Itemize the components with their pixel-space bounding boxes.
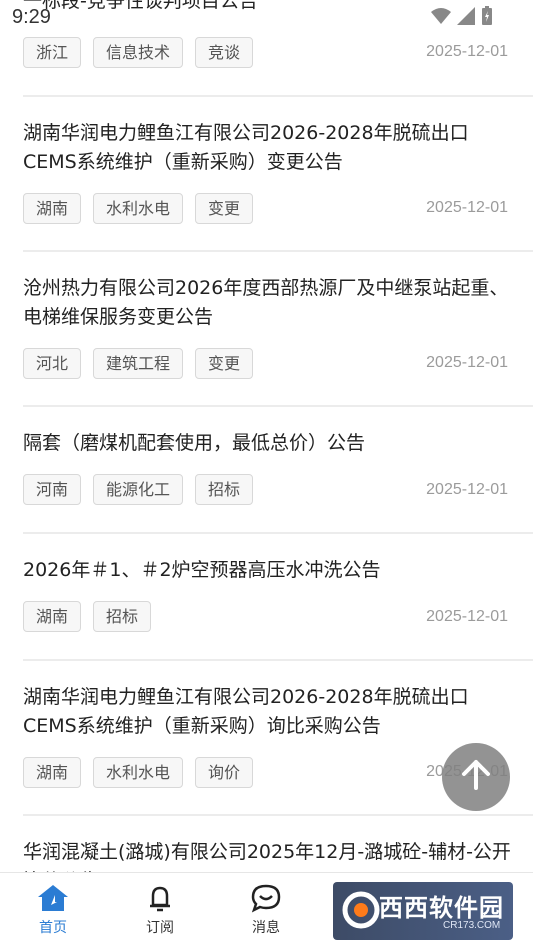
tag-region: 湖南: [23, 193, 82, 224]
tag-region: 湖南: [23, 757, 82, 788]
item-title: 沧州热力有限公司2026年度西部热源厂及中继泵站起重、电梯维保服务变更公告: [23, 277, 509, 328]
item-date: 2025-12-01: [426, 43, 508, 60]
announcement-list[interactable]: 一标段-竞争性谈判项目公告 浙江 信息技术 竞谈 2025-12-01 湖南华润…: [0, 0, 533, 872]
status-icons: [431, 6, 493, 26]
chat-icon: [221, 883, 311, 913]
tab-label: 首页: [39, 920, 67, 936]
item-tags: 湖南 水利水电 变更: [23, 193, 254, 224]
item-title: 隔套（磨煤机配套使用，最低总价）公告: [23, 432, 366, 454]
item-title: 华润混凝土(潞城)有限公司2025年12月-潞城砼-辅材-公开比价公告: [23, 841, 511, 872]
item-tags: 浙江 信息技术 竞谈: [23, 37, 254, 68]
tab-label: 消息: [252, 920, 280, 936]
status-time: 9:29: [12, 6, 51, 28]
item-date: 2025-12-01: [426, 199, 508, 216]
list-item[interactable]: 隔套（磨煤机配套使用，最低总价）公告 河南 能源化工 招标 2025-12-01: [23, 407, 533, 534]
tab-messages[interactable]: 消息: [221, 883, 311, 937]
watermark-logo-icon: [341, 890, 381, 930]
item-tags: 河北 建筑工程 变更: [23, 348, 254, 379]
watermark-badge: 西西软件园 CR173.COM: [333, 882, 513, 940]
watermark-brand: 西西软件园: [379, 894, 504, 922]
battery-icon: [481, 6, 493, 26]
item-tags: 湖南 水利水电 询价: [23, 757, 254, 788]
item-tags: 河南 能源化工 招标: [23, 474, 254, 505]
tag-industry: 建筑工程: [93, 348, 184, 379]
item-title: 湖南华润电力鲤鱼江有限公司2026-2028年脱硫出口CEMS系统维护（重新采购…: [23, 122, 469, 173]
list-item[interactable]: 湖南华润电力鲤鱼江有限公司2026-2028年脱硫出口CEMS系统维护（重新采购…: [23, 97, 533, 252]
tag-region: 河南: [23, 474, 82, 505]
tag-region: 河北: [23, 348, 82, 379]
arrow-up-icon: [459, 758, 493, 796]
tag-type: 询价: [195, 757, 254, 788]
list-item[interactable]: 华润混凝土(潞城)有限公司2025年12月-潞城砼-辅材-公开比价公告: [23, 816, 533, 872]
tag-type: 竞谈: [195, 37, 254, 68]
item-date: 2025-12-01: [426, 481, 508, 498]
wifi-icon: [431, 7, 451, 25]
status-bar: 9:29: [0, 0, 533, 34]
tag-type: 变更: [195, 193, 254, 224]
item-title: 2026年＃1、＃2炉空预器高压水冲洗公告: [23, 559, 381, 581]
tag-region: 湖南: [23, 601, 82, 632]
list-item[interactable]: 沧州热力有限公司2026年度西部热源厂及中继泵站起重、电梯维保服务变更公告 河北…: [23, 252, 533, 407]
tab-home[interactable]: 首页: [8, 883, 98, 937]
tab-label: 订阅: [146, 920, 174, 936]
tag-type: 招标: [93, 601, 152, 632]
home-icon: [8, 883, 98, 913]
bell-icon: [115, 883, 205, 913]
item-date: 2025-12-01: [426, 354, 508, 371]
signal-icon: [457, 7, 475, 25]
item-date: 2025-12-01: [426, 608, 508, 625]
tag-region: 浙江: [23, 37, 82, 68]
back-to-top-button[interactable]: [442, 743, 510, 811]
item-tags: 湖南 招标: [23, 601, 152, 632]
tag-type: 变更: [195, 348, 254, 379]
tag-type: 招标: [195, 474, 254, 505]
tag-industry: 信息技术: [93, 37, 184, 68]
list-item[interactable]: 2026年＃1、＃2炉空预器高压水冲洗公告 湖南 招标 2025-12-01: [23, 534, 533, 661]
watermark-url: CR173.COM: [443, 920, 501, 931]
tag-industry: 能源化工: [93, 474, 184, 505]
tag-industry: 水利水电: [93, 757, 184, 788]
tag-industry: 水利水电: [93, 193, 184, 224]
tab-subscribe[interactable]: 订阅: [115, 883, 205, 937]
item-title: 湖南华润电力鲤鱼江有限公司2026-2028年脱硫出口CEMS系统维护（重新采购…: [23, 686, 469, 737]
